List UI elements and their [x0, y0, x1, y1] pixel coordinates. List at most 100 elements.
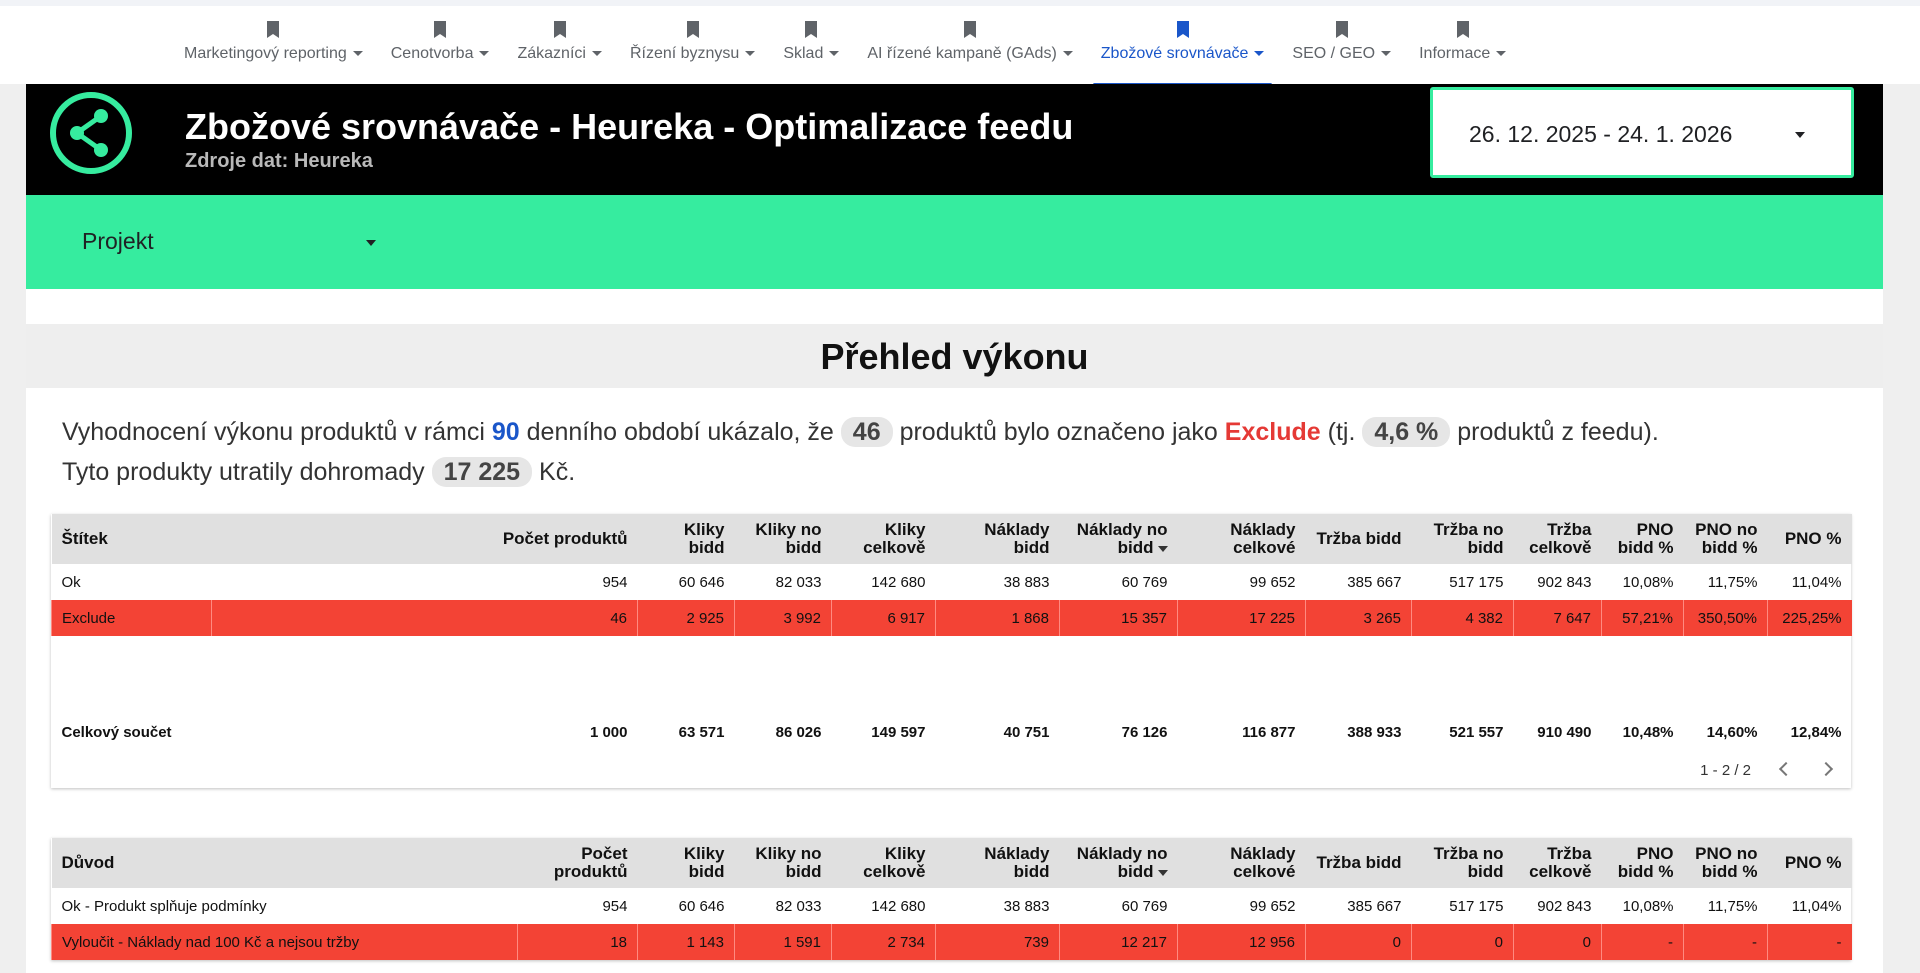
table-cell: 46: [211, 600, 638, 636]
bookmark-icon: [964, 21, 977, 38]
nav-item-zakaznici[interactable]: Zákazníci: [503, 6, 615, 84]
column-header[interactable]: Počet produktů: [211, 514, 638, 564]
table-cell: 2 734: [831, 924, 936, 960]
column-header[interactable]: Kliky no bidd: [734, 838, 832, 888]
summary-text: (tj.: [1327, 418, 1356, 446]
table-cell: 10,08%: [1622, 897, 1674, 915]
column-header[interactable]: Kliky bidd: [637, 514, 735, 564]
table-cell: 60 646: [678, 573, 725, 591]
column-header[interactable]: Náklady bidd: [935, 514, 1060, 564]
table-cell: 517 175: [1449, 897, 1504, 915]
column-header[interactable]: Tržba bidd: [1305, 514, 1412, 564]
table-cell: 99 652: [1249, 897, 1296, 915]
nav-item-seo-geo[interactable]: SEO / GEO: [1278, 6, 1405, 84]
chevron-down-icon: [829, 51, 840, 57]
table-cell: 6 917: [831, 600, 936, 636]
reason-performance-table: Důvod Počet produktů Kliky bidd Kliky no…: [51, 838, 1852, 960]
bookmark-icon: [434, 21, 447, 38]
column-header[interactable]: Náklady celkové: [1177, 514, 1306, 564]
table-cell: 225,25%: [1767, 600, 1852, 636]
nav-label: Informace: [1419, 45, 1491, 62]
chevron-down-icon: [366, 240, 376, 246]
table-cell: 142 680: [871, 897, 926, 915]
column-header[interactable]: Náklady celkové: [1177, 838, 1306, 888]
nav-label: Marketingový reporting: [184, 45, 347, 62]
nav-item-cenotvorba[interactable]: Cenotvorba: [377, 6, 504, 84]
column-header[interactable]: Tržba celkově: [1513, 514, 1602, 564]
total-cell: 910 490: [1537, 723, 1592, 741]
column-header[interactable]: Tržba no bidd: [1411, 514, 1514, 564]
table-cell: 954: [602, 897, 628, 915]
table-cell: 0: [1305, 924, 1412, 960]
report-canvas: Zbožové srovnávače - Heureka - Optimaliz…: [26, 84, 1883, 973]
column-header[interactable]: Počet produktů: [517, 838, 638, 888]
table-total-row: Celkový součet 1 000 63 571 86 026 149 5…: [52, 712, 1852, 752]
column-header-sorted[interactable]: Náklady no bidd: [1059, 838, 1178, 888]
table-cell: 10,08%: [1622, 573, 1674, 591]
table-cell: 17 225: [1177, 600, 1306, 636]
column-header[interactable]: Kliky bidd: [637, 838, 735, 888]
label-performance-table: Štítek Počet produktů Kliky bidd Kliky n…: [51, 514, 1852, 788]
nav-item-marketingovy-reporting[interactable]: Marketingový reporting: [170, 6, 377, 84]
table-cell: 99 652: [1249, 573, 1296, 591]
nav-item-informace[interactable]: Informace: [1405, 6, 1520, 84]
column-header[interactable]: PNO no bidd %: [1683, 838, 1768, 888]
column-header[interactable]: Kliky celkově: [831, 838, 936, 888]
column-header[interactable]: PNO %: [1767, 514, 1852, 564]
column-header[interactable]: PNO bidd %: [1601, 838, 1684, 888]
share-icon: [50, 92, 132, 174]
column-header[interactable]: Kliky celkově: [831, 514, 936, 564]
column-header-sorted[interactable]: Náklady no bidd: [1059, 514, 1178, 564]
chevron-left-icon[interactable]: [1778, 761, 1794, 777]
nav-label: Sklad: [783, 45, 824, 62]
table-row[interactable]: Ok - Produkt splňuje podmínky 954 60 646…: [52, 888, 1852, 924]
summary-text: Tyto produkty utratily dohromady: [62, 458, 425, 486]
table-pagination: 1 - 2 / 2: [51, 752, 1851, 788]
nav-item-ai-kampane[interactable]: AI řízené kampaně (GAds): [853, 6, 1086, 84]
table-header-row: Důvod Počet produktů Kliky bidd Kliky no…: [51, 838, 1852, 888]
column-header[interactable]: Důvod: [51, 838, 518, 888]
total-cell: 40 751: [1003, 723, 1050, 741]
filter-bar: Projekt: [26, 195, 1883, 289]
column-header[interactable]: Tržba celkově: [1513, 838, 1602, 888]
table-cell: 385 667: [1347, 573, 1402, 591]
table-row-exclude[interactable]: Vyloučit - Náklady nad 100 Kč a nejsou t…: [51, 924, 1852, 960]
table-row-exclude[interactable]: Exclude 46 2 925 3 992 6 917 1 868 15 35…: [51, 600, 1852, 636]
summary-percent-badge: 4,6 %: [1362, 417, 1451, 447]
project-dropdown-label: Projekt: [82, 228, 154, 254]
column-header[interactable]: Kliky no bidd: [734, 514, 832, 564]
column-header[interactable]: PNO no bidd %: [1683, 514, 1768, 564]
nav-item-sklad[interactable]: Sklad: [769, 6, 853, 84]
total-cell: 149 597: [871, 723, 926, 741]
table-cell: 1 143: [637, 924, 735, 960]
table-cell: 38 883: [1003, 897, 1050, 915]
table-cell: 902 843: [1537, 573, 1592, 591]
column-header-label: Náklady no bidd: [1076, 844, 1168, 881]
table-cell: Vyloučit - Náklady nad 100 Kč a nejsou t…: [51, 924, 518, 960]
nav-item-zbozove-srovnavace[interactable]: Zbožové srovnávače: [1087, 6, 1279, 86]
column-header[interactable]: PNO bidd %: [1601, 514, 1684, 564]
column-header[interactable]: Tržba bidd: [1305, 838, 1412, 888]
chevron-down-icon: [1795, 132, 1805, 138]
table-cell: 57,21%: [1601, 600, 1684, 636]
table-cell: Exclude: [51, 600, 212, 636]
table-cell: 4 382: [1411, 600, 1514, 636]
bookmark-icon: [1176, 21, 1189, 38]
column-header[interactable]: Náklady bidd: [935, 838, 1060, 888]
nav-label: SEO / GEO: [1292, 45, 1376, 62]
column-header[interactable]: PNO %: [1767, 838, 1852, 888]
table-spacer: [52, 636, 1852, 712]
bookmark-icon: [805, 21, 818, 38]
column-header[interactable]: Štítek: [51, 514, 212, 564]
section-title: Přehled výkonu: [820, 336, 1089, 377]
column-header[interactable]: Tržba no bidd: [1411, 838, 1514, 888]
project-dropdown[interactable]: Projekt: [56, 211, 376, 269]
date-range-picker[interactable]: 26. 12. 2025 - 24. 1. 2026: [1430, 87, 1854, 178]
bookmark-icon: [553, 21, 566, 38]
table-row[interactable]: Ok 954 60 646 82 033 142 680 38 883 60 7…: [52, 564, 1852, 600]
total-cell: 76 126: [1121, 723, 1168, 741]
summary-text: denního období ukázalo, že: [526, 418, 834, 446]
table-cell: 385 667: [1347, 897, 1402, 915]
chevron-right-icon[interactable]: [1818, 761, 1834, 777]
nav-item-rizeni-byznysu[interactable]: Řízení byznysu: [616, 6, 769, 84]
